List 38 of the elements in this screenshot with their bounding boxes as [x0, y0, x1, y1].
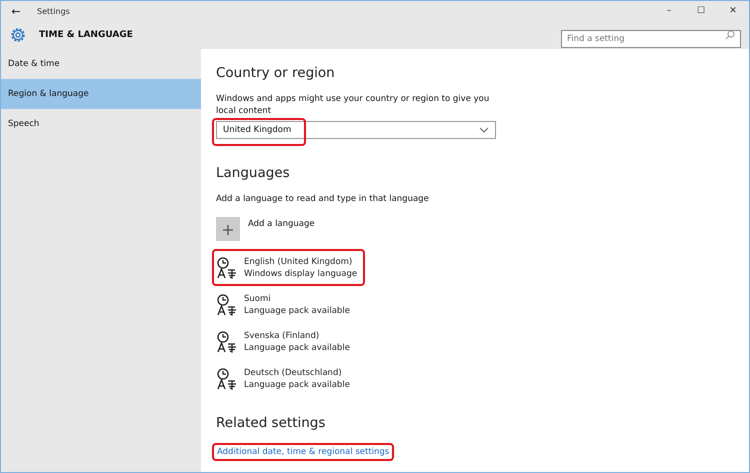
settings-icon: [9, 26, 27, 44]
description-text: Windows and apps might use your country or region to give you local content: [216, 93, 490, 117]
sidebar-item[interactable]: Region & language: [1, 79, 201, 109]
language-name: Deutsch (Deutschland): [244, 366, 343, 378]
window-title: Settings: [37, 6, 70, 16]
description-text: Add a language to read and type in that language: [216, 193, 430, 205]
language-name: Svenska (Finland): [244, 330, 320, 342]
language-item[interactable]: Svenska (Finland) Language pack available: [212, 323, 358, 360]
section-title: TIME & LANGUAGE: [39, 30, 133, 40]
language-status: Language pack available: [244, 304, 350, 316]
language-icon: [216, 366, 238, 390]
window-control[interactable]: ☐: [685, 6, 717, 16]
search-field[interactable]: Find a setting: [561, 30, 741, 48]
section-heading: Country or region: [216, 65, 335, 81]
search-icon: [725, 30, 735, 40]
add-language-label[interactable]: Add a language: [248, 219, 315, 229]
window-control[interactable]: ✕: [717, 6, 749, 16]
language-name: Suomi: [244, 292, 272, 304]
language-icon: [216, 330, 238, 354]
back-button[interactable]: ←: [1, 4, 31, 18]
language-status: Language pack available: [244, 378, 350, 390]
country-dropdown[interactable]: United Kingdom: [223, 125, 292, 135]
add-language-button[interactable]: +: [216, 217, 240, 241]
language-item[interactable]: Suomi Language pack available: [212, 286, 358, 323]
language-icon: [216, 256, 238, 280]
language-item[interactable]: Deutsch (Deutschland) Language pack available: [212, 360, 358, 397]
section-heading: Languages: [216, 165, 290, 181]
language-status: Windows display language: [244, 268, 358, 280]
section-heading: Related settings: [216, 415, 326, 431]
sidebar-item[interactable]: Date & time: [1, 49, 201, 79]
chevron-icon: [479, 127, 489, 133]
language-item[interactable]: English (United Kingdom) Windows display language: [212, 249, 366, 286]
regional-settings-link[interactable]: Additional date, time & regional settings: [212, 443, 394, 461]
language-status: Language pack available: [244, 342, 350, 354]
window-control[interactable]: –: [653, 6, 685, 16]
language-name: English (United Kingdom): [244, 256, 354, 268]
language-icon: [216, 292, 238, 316]
sidebar-item[interactable]: Speech: [1, 109, 201, 139]
